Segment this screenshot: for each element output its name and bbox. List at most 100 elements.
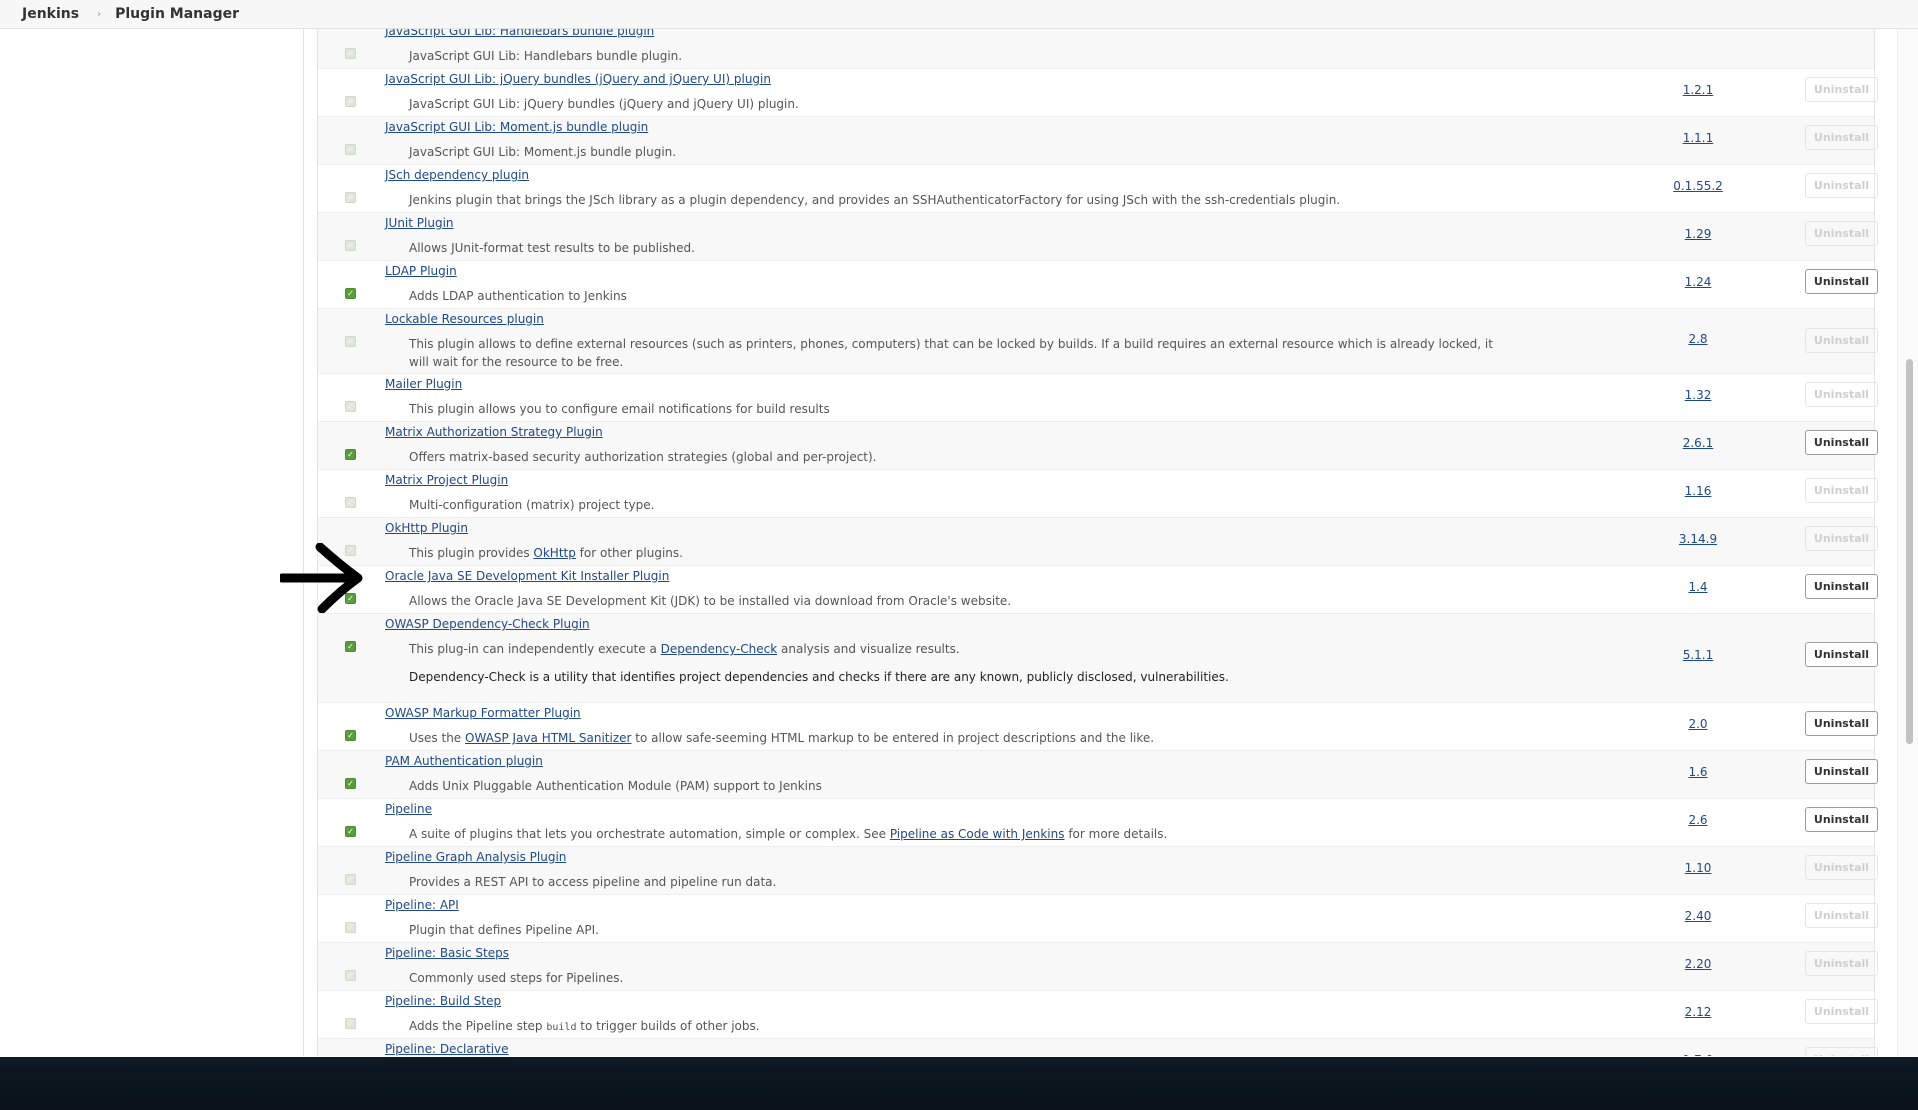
plugin-description: Commonly used steps for Pipelines. [409,971,624,985]
plugin-list-panel: ✓ JavaScript GUI Lib: Handlebars bundle p… [304,29,1887,1056]
plugin-name-link[interactable]: Pipeline [385,802,432,816]
uninstall-button: Uninstall [1805,77,1878,102]
plugin-name-link[interactable]: Pipeline Graph Analysis Plugin [385,850,566,864]
plugin-name-link[interactable]: Pipeline: API [385,898,459,912]
plugin-version-link[interactable]: 2.6 [1618,813,1778,827]
enabled-checkbox[interactable]: ✓ [345,449,356,460]
plugin-name-link[interactable]: Matrix Authorization Strategy Plugin [385,425,603,439]
enabled-checkbox: ✓ [345,96,356,107]
breadcrumb-jenkins[interactable]: Jenkins [22,6,79,22]
description-link[interactable]: Pipeline as Code with Jenkins [890,827,1065,841]
enabled-checkbox: ✓ [345,970,356,981]
plugin-name-link[interactable]: Pipeline: Declarative [385,1042,509,1056]
plugin-version-link[interactable]: 2.20 [1618,957,1778,971]
enabled-checkbox: ✓ [345,48,356,59]
uninstall-button: Uninstall [1805,221,1878,246]
plugin-version-link[interactable]: 1.10 [1618,861,1778,875]
plugin-description: Multi-configuration (matrix) project typ… [409,498,655,512]
enabled-checkbox: ✓ [345,497,356,508]
plugin-version-link[interactable]: 2.0 [1618,717,1778,731]
scrollbar-thumb[interactable] [1906,359,1913,744]
plugin-name-link[interactable]: PAM Authentication plugin [385,754,543,768]
plugin-version-link[interactable]: 1.29 [1618,227,1778,241]
plugin-name-link[interactable]: Pipeline: Basic Steps [385,946,509,960]
plugin-description: This plugin allows to define external re… [409,337,1493,369]
breadcrumb-bar: Jenkins › Plugin Manager [0,0,1918,29]
plugin-name-link[interactable]: Lockable Resources plugin [385,312,544,326]
plugin-name-link[interactable]: Mailer Plugin [385,377,462,391]
description-text: for other plugins. [575,546,683,560]
plugin-version-link[interactable]: 1.2.1 [1618,83,1778,97]
plugin-row: ✓ OWASP Markup Formatter Plugin Uses the O… [318,703,1878,751]
uninstall-button[interactable]: Uninstall [1805,574,1878,599]
plugin-version-link[interactable]: 1.24 [1618,275,1778,289]
uninstall-button: Uninstall [1805,382,1878,407]
plugin-version-link[interactable]: 0.1.55.2 [1618,179,1778,193]
plugin-description: Plugin that defines Pipeline API. [409,923,599,937]
plugin-name-link[interactable]: JSch dependency plugin [385,168,529,182]
plugin-name-link[interactable]: JavaScript GUI Lib: Handlebars bundle pl… [385,29,654,38]
plugin-row: ✓ JavaScript GUI Lib: jQuery bundles (jQu… [318,69,1878,117]
plugin-version-link[interactable]: 1.7.0 [1618,1053,1778,1056]
plugin-name-link[interactable]: JavaScript GUI Lib: jQuery bundles (jQue… [385,72,771,86]
plugin-row: ✓ Mailer Plugin This plugin allows you to … [318,374,1878,422]
plugin-name-link[interactable]: OWASP Dependency-Check Plugin [385,617,590,631]
plugin-name-link[interactable]: Pipeline: Build Step [385,994,501,1008]
uninstall-button[interactable]: Uninstall [1805,269,1878,294]
plugin-row: ✓ Matrix Authorization Strategy Plugin Off… [318,422,1878,470]
plugin-description: This plug-in can independently execute a… [409,640,1509,658]
scrollbar[interactable] [1897,29,1918,1056]
plugin-name-link[interactable]: JavaScript GUI Lib: Moment.js bundle plu… [385,120,648,134]
uninstall-button: Uninstall [1805,125,1878,150]
plugin-description: Provides a REST API to access pipeline a… [409,875,777,889]
uninstall-button[interactable]: Uninstall [1805,807,1878,832]
plugin-name-link[interactable]: Matrix Project Plugin [385,473,508,487]
plugin-version-link[interactable]: 2.12 [1618,1005,1778,1019]
plugin-version-link[interactable]: 1.1.1 [1618,131,1778,145]
enabled-checkbox[interactable]: ✓ [345,826,356,837]
plugin-name-link[interactable]: LDAP Plugin [385,264,457,278]
uninstall-button: Uninstall [1805,478,1878,503]
plugin-version-link[interactable]: 2.6.1 [1618,436,1778,450]
plugin-version-link[interactable]: 2.8 [1618,332,1778,346]
plugin-version-link[interactable]: 1.16 [1618,484,1778,498]
plugin-description: Jenkins plugin that brings the JSch libr… [409,193,1341,207]
plugin-row: ✓ Pipeline: Build Step Adds the Pipeline s… [318,991,1878,1039]
plugin-version-link[interactable]: 1.6 [1618,765,1778,779]
description-link[interactable]: Dependency-Check [661,642,778,656]
uninstall-button[interactable]: Uninstall [1805,642,1878,667]
plugin-name-link[interactable]: JUnit Plugin [385,216,454,230]
uninstall-button: Uninstall [1805,328,1878,353]
plugin-version-link[interactable]: 1.4 [1618,580,1778,594]
plugin-row: ✓ Pipeline A suite of plugins that lets yo… [318,799,1878,847]
plugin-version-link[interactable]: 2.40 [1618,909,1778,923]
uninstall-button: Uninstall [1805,173,1878,198]
enabled-checkbox[interactable]: ✓ [345,288,356,299]
plugin-name-link[interactable]: OWASP Markup Formatter Plugin [385,706,581,720]
plugin-version-link[interactable]: 1.32 [1618,388,1778,402]
description-text: for more details. [1064,827,1168,841]
plugin-row: ✓ JavaScript GUI Lib: Handlebars bundle p… [318,29,1874,69]
plugin-version-link[interactable]: 5.1.1 [1618,648,1778,662]
plugin-name-link[interactable]: OkHttp Plugin [385,521,468,535]
enabled-checkbox[interactable]: ✓ [345,641,356,652]
enabled-checkbox[interactable]: ✓ [345,778,356,789]
plugin-row: ✓ Matrix Project Plugin Multi-configuratio… [318,470,1878,518]
description-text: analysis and visualize results. [777,642,960,656]
uninstall-button[interactable]: Uninstall [1805,430,1878,455]
uninstall-button: Uninstall [1805,903,1878,928]
uninstall-button[interactable]: Uninstall [1805,759,1878,784]
uninstall-button[interactable]: Uninstall [1805,711,1878,736]
breadcrumb-plugin-manager[interactable]: Plugin Manager [115,6,239,22]
plugin-extra-description: Dependency-Check is a utility that ident… [409,670,1229,684]
plugin-description: A suite of plugins that lets you orchest… [409,825,1509,843]
enabled-checkbox[interactable]: ✓ [345,730,356,741]
plugin-description: Allows the Oracle Java SE Development Ki… [409,594,1012,608]
plugin-description: Adds the Pipeline step build to trigger … [409,1017,1509,1037]
description-link[interactable]: OkHttp [533,546,575,560]
plugin-name-link[interactable]: Oracle Java SE Development Kit Installer… [385,569,669,583]
plugin-version-link[interactable]: 3.14.9 [1618,532,1778,546]
description-text: This plug-in can independently execute a [409,642,661,656]
plugin-description: Adds Unix Pluggable Authentication Modul… [409,779,822,793]
description-link[interactable]: OWASP Java HTML Sanitizer [465,731,631,745]
